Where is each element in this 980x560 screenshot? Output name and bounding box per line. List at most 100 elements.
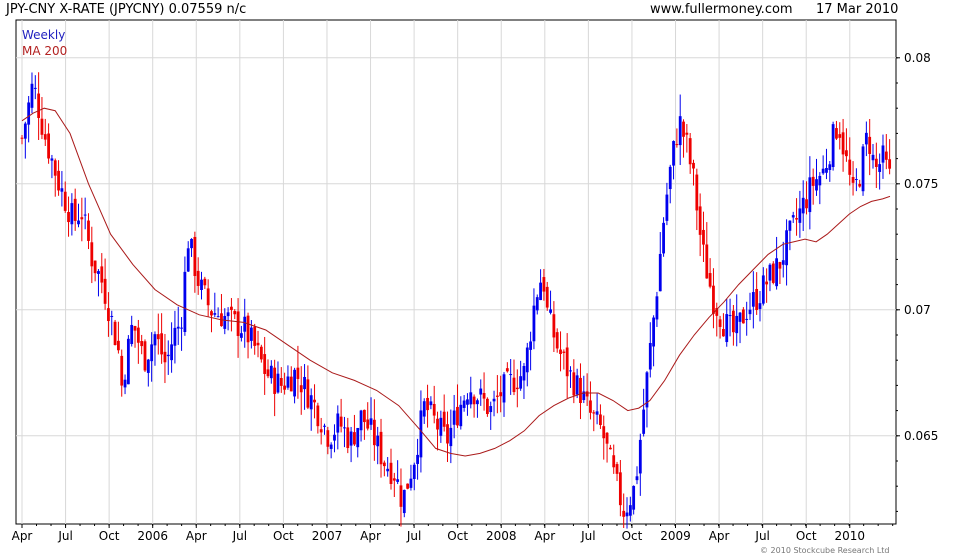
candle-body [133, 326, 137, 331]
candle-body [745, 318, 749, 320]
candle-body [888, 159, 892, 169]
candle-body [230, 306, 233, 310]
candle-body [575, 375, 579, 395]
candle-body [555, 332, 559, 349]
candle-body [246, 315, 250, 343]
x-axis: Apr Jul Oct 2006 Apr Jul Oct 2007 Apr Jul Oct 2008 A… [12, 524, 894, 543]
candle-body [665, 194, 669, 221]
candle-body [213, 313, 217, 315]
legend-ma-200: MA 200 [22, 44, 68, 58]
candle-body [854, 179, 858, 181]
candle-body [585, 391, 589, 397]
candle-body [492, 398, 496, 402]
candle-body [113, 321, 117, 346]
candle-body [386, 468, 390, 472]
x-tick-label: Jul [406, 529, 421, 543]
candle-body [210, 311, 213, 316]
candle-body [249, 327, 253, 341]
x-tick-label: Apr [12, 529, 33, 543]
candle-body [329, 444, 333, 449]
candle-body [868, 136, 872, 154]
candle-body [176, 326, 180, 329]
candle-body [668, 166, 672, 190]
candle-body [512, 377, 516, 393]
candle-body [449, 427, 453, 447]
candle-body [539, 282, 542, 301]
candle-body [117, 340, 120, 351]
candle-body [622, 510, 626, 517]
candle-body [33, 87, 37, 89]
candle-body [50, 158, 54, 161]
candle-body [861, 146, 865, 192]
candle-body [499, 392, 503, 397]
candle-body [811, 176, 815, 186]
candle-body [595, 411, 599, 415]
x-tick-label: Oct [447, 529, 468, 543]
candle-body [522, 366, 526, 381]
x-tick-label: Jul [754, 529, 769, 543]
candle-body [725, 314, 729, 343]
copyright: © 2010 Stockcube Research Ltd [760, 546, 890, 555]
candle-body [569, 370, 572, 372]
candle-body [825, 167, 828, 173]
candle-body [741, 309, 745, 324]
y-tick-label: 0.08 [904, 51, 931, 65]
candle-body [183, 271, 187, 332]
candle-body [53, 160, 57, 176]
candle-body [761, 275, 765, 304]
candle-body [396, 479, 400, 482]
candle-body [309, 395, 313, 410]
candle-body [758, 303, 762, 309]
candle-body [652, 317, 656, 347]
candle-body [339, 416, 343, 427]
candle-body [47, 133, 50, 159]
candle-body [682, 121, 685, 137]
candle-body [349, 431, 353, 446]
x-tick-label: Apr [534, 529, 555, 543]
candle-body [446, 424, 449, 444]
candle-body [296, 367, 300, 379]
price-chart: 0.065 0.07 0.075 0.08 Apr Jul Oct 2006 Apr Jul Oc… [12, 19, 938, 543]
candle-body [273, 367, 277, 394]
candle-body [795, 218, 798, 220]
candle-body [283, 385, 287, 390]
candle-body [83, 214, 87, 216]
candle-body [136, 327, 140, 343]
candle-body [675, 144, 679, 146]
candle-body [203, 278, 207, 286]
x-tick-label: 2007 [312, 529, 343, 543]
candle-body [625, 512, 629, 517]
candle-body [70, 203, 74, 225]
candle-body [748, 309, 752, 315]
candle-body [402, 489, 406, 514]
candle-body [815, 179, 818, 191]
candle-body [130, 324, 134, 345]
candle-body [156, 334, 160, 340]
candle-body [485, 398, 489, 415]
candle-body [778, 261, 782, 269]
x-tick-label: 2006 [137, 529, 168, 543]
candle-body [755, 288, 759, 310]
candle-body [642, 409, 646, 434]
candle-body [353, 432, 356, 445]
candle-body [259, 346, 263, 360]
candle-body [599, 414, 602, 426]
candle-body [180, 327, 183, 329]
candle-body [838, 134, 842, 138]
candle-body [77, 220, 80, 225]
candle-body [359, 410, 363, 431]
candle-body [712, 285, 715, 314]
candle-body [785, 230, 788, 266]
candle-body [379, 431, 383, 465]
candle-body [459, 404, 463, 427]
candle-body [376, 435, 380, 447]
candle-body [226, 312, 230, 317]
candle-body [110, 315, 114, 317]
candle-body [146, 359, 150, 373]
candle-body [366, 419, 370, 429]
candle-body [708, 273, 712, 287]
candle-body [316, 405, 320, 427]
candle-body [23, 123, 27, 139]
candle-body [256, 342, 260, 346]
candle-body [319, 429, 323, 433]
